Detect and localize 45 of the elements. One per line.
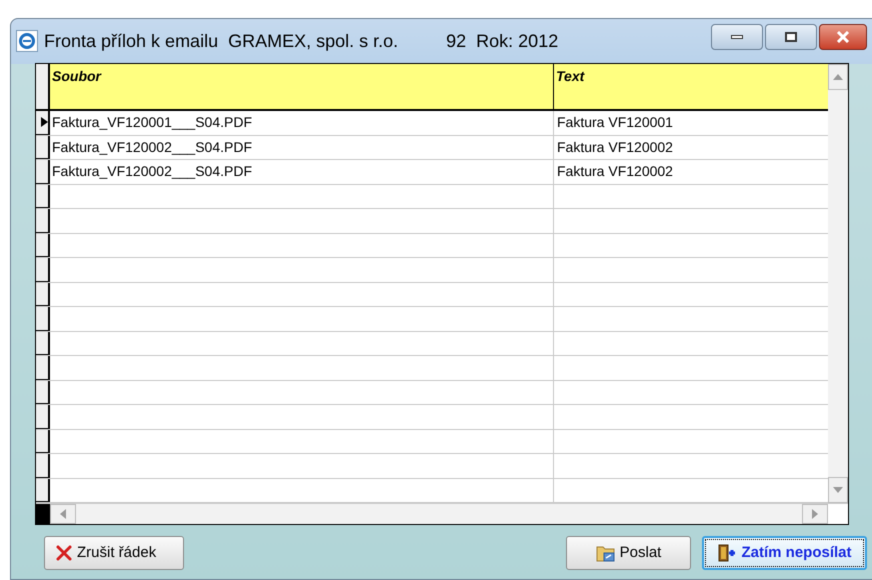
row-indicator[interactable]: [36, 160, 50, 184]
scroll-down-icon: [833, 487, 843, 493]
row-indicator[interactable]: [36, 184, 50, 208]
close-icon: [836, 31, 850, 43]
table-cell: Faktura_VF120002___S04.PDF: [50, 136, 554, 159]
column-header[interactable]: Soubor: [50, 64, 554, 109]
send-button[interactable]: Poslat: [566, 536, 691, 570]
folder-icon: [596, 544, 616, 562]
maximize-button[interactable]: [765, 24, 817, 50]
scroll-right-icon: [812, 509, 818, 519]
horizontal-scrollbar[interactable]: [50, 504, 828, 524]
row-indicator[interactable]: [36, 209, 50, 232]
cross-icon: [55, 544, 73, 562]
delete-row-button[interactable]: Zrušit řádek: [44, 536, 184, 570]
column-header[interactable]: Text: [554, 64, 828, 109]
row-indicator[interactable]: [36, 234, 50, 257]
table-cell: Faktura_VF120001___S04.PDF: [50, 111, 554, 134]
table-cell-text: Faktura VF120002: [556, 138, 674, 157]
row-indicator[interactable]: [36, 111, 50, 134]
table-cell-text: Faktura VF120002: [556, 162, 674, 182]
row-indicator[interactable]: [36, 430, 50, 453]
maximize-icon: [785, 32, 797, 42]
row-indicator[interactable]: [36, 356, 50, 380]
row-indicator[interactable]: [36, 405, 50, 428]
row-indicator[interactable]: [36, 454, 50, 478]
row-indicator[interactable]: [36, 478, 50, 502]
window-title: Fronta příloh k emailu GRAMEX, spol. s r.o.: [44, 30, 398, 53]
vertical-scrollbar[interactable]: [828, 64, 848, 503]
row-indicator[interactable]: [36, 258, 50, 282]
scroll-left-icon: [60, 509, 66, 519]
window-title-info: 92 Rok: 2012: [446, 30, 558, 52]
row-indicator[interactable]: [36, 136, 50, 159]
scroll-up-icon: [833, 74, 843, 80]
minimize-icon: [731, 35, 743, 39]
postpone-button[interactable]: Zatím neposílat: [702, 536, 867, 570]
door-icon: [717, 543, 738, 563]
close-button[interactable]: [819, 24, 867, 50]
minimize-button[interactable]: [711, 24, 763, 50]
row-indicator[interactable]: [36, 380, 50, 404]
row-indicator[interactable]: [36, 332, 50, 355]
table-cell-text: Faktura VF120001: [556, 113, 674, 132]
row-indicator[interactable]: [36, 307, 50, 330]
row-indicator[interactable]: [36, 282, 50, 306]
table-cell: Faktura_VF120002___S04.PDF: [50, 160, 554, 184]
app-logo-icon: [16, 30, 38, 52]
